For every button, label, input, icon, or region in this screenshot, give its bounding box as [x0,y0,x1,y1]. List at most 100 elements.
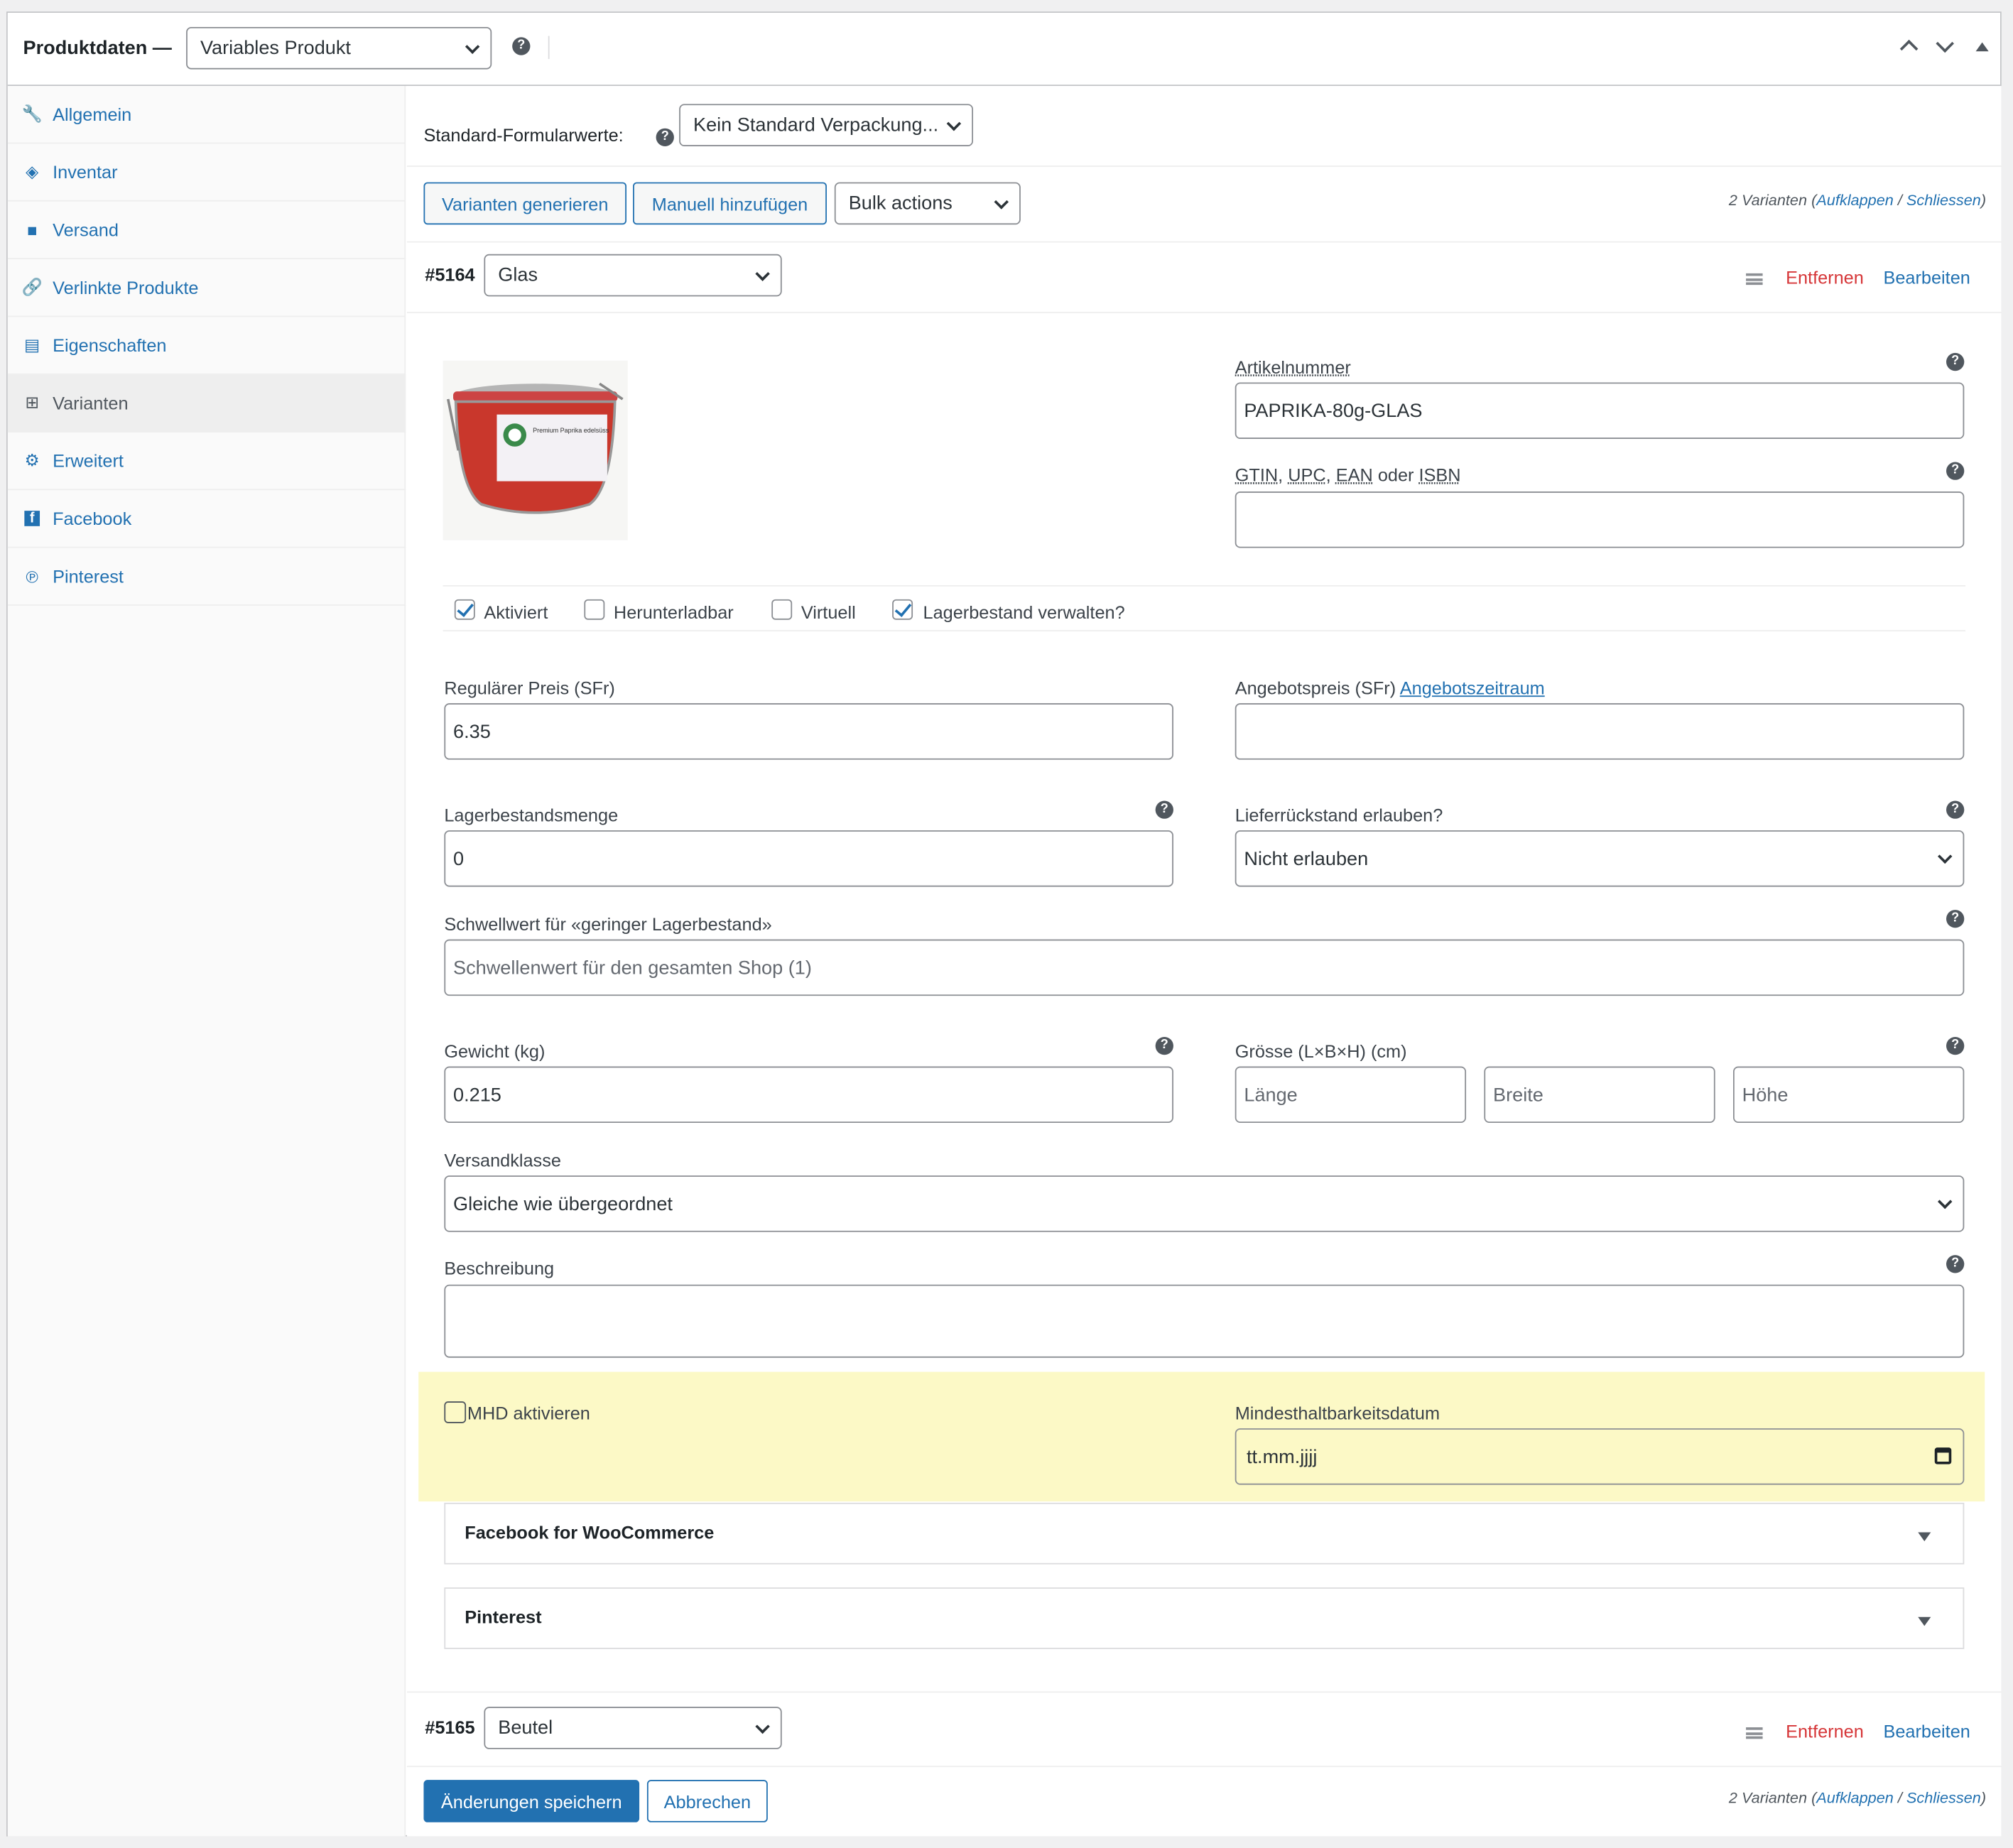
help-icon[interactable]: ? [1155,1036,1173,1055]
sidebar-item-verlinkte-produkte[interactable]: 🔗 Verlinkte Produkte [7,259,406,317]
divider [406,165,2002,167]
variation-count: 2 Varianten (Aufklappen / Schliessen) [1729,191,1986,209]
variation-attribute-select[interactable]: Glas [484,254,782,297]
sku-input[interactable]: PAPRIKA-80g-GLAS [1235,382,1965,439]
drag-handle-icon[interactable] [1746,1727,1763,1739]
help-icon[interactable]: ? [1946,800,1965,819]
collapse-link[interactable]: Schliessen [1906,1789,1981,1807]
sidebar-item-erweitert[interactable]: ⚙ Erweitert [7,433,406,491]
best-before-date-value: tt.mm.jjjj [1246,1445,1318,1468]
divider [548,36,550,60]
sidebar-item-label: Allgemein [53,104,132,125]
product-type-select[interactable]: Variables Produkt [186,26,492,70]
description-textarea[interactable] [444,1284,1965,1358]
product-data-tabs: 🔧 Allgemein ◈ Inventar ■ Versand 🔗 Verlinkte… [7,86,406,1837]
length-input[interactable]: Länge [1235,1066,1467,1124]
sidebar-item-label: Eigenschaften [53,335,167,356]
remove-link[interactable]: Entfernen [1786,1721,1864,1741]
drag-handle-icon[interactable] [1746,273,1763,286]
sidebar-item-versand[interactable]: ■ Versand [7,202,406,259]
sidebar-item-facebook[interactable]: f Facebook [7,490,406,548]
chevron-down-icon[interactable] [1936,34,1954,53]
regular-price-label: Regulärer Preis (SFr) [444,678,615,698]
stock-quantity-input[interactable]: 0 [444,830,1173,887]
chevron-up-icon[interactable] [1899,39,1919,58]
enabled-checkbox[interactable] [454,599,475,620]
chevron-down-icon [465,38,480,54]
upc-abbr: UPC [1288,464,1326,486]
help-icon[interactable]: ? [512,37,531,55]
bulk-actions-value: Bulk actions [848,192,953,214]
save-changes-button[interactable]: Änderungen speichern [423,1780,640,1822]
variation-image[interactable]: Premium Paprika edelsüss [443,360,628,540]
help-icon[interactable]: ? [1155,800,1173,819]
best-before-checkbox[interactable] [444,1401,467,1423]
toggle-panel-icon[interactable] [1975,42,1989,52]
add-manually-button[interactable]: Manuell hinzufügen [633,182,827,225]
generate-variations-button[interactable]: Varianten generieren [423,182,627,225]
facebook-accordion[interactable]: Facebook for WooCommerce [444,1502,1965,1565]
chevron-down-icon [1937,849,1953,864]
sidebar-item-eigenschaften[interactable]: ▤ Eigenschaften [7,317,406,375]
wrench-icon: 🔧 [21,104,43,124]
variation-id: #5164 [425,264,475,286]
width-input[interactable]: Breite [1484,1066,1715,1124]
bulk-actions-select[interactable]: Bulk actions [834,182,1021,225]
divider [406,1766,2002,1768]
help-icon[interactable]: ? [1946,1255,1965,1273]
stock-quantity-label: Lagerbestandsmenge [444,804,619,825]
shipping-class-value: Gleiche wie übergeordnet [453,1192,673,1215]
sale-price-label: Angebotspreis (SFr) Angebotszeitraum [1235,678,1545,698]
variation-attribute-select[interactable]: Beutel [484,1707,782,1749]
grid-icon: ⊞ [25,392,40,413]
manage-stock-checkbox[interactable] [892,599,913,620]
default-packaging-value: Kein Standard Verpackung... [693,114,939,136]
virtual-checkbox[interactable] [771,599,793,620]
gtin-abbr: GTIN [1235,464,1279,486]
divider [406,312,2002,313]
variation-attribute-value: Beutel [498,1717,553,1739]
sidebar-item-label: Varianten [53,392,129,413]
expand-triangle-icon [1918,1616,1931,1626]
help-icon[interactable]: ? [1946,910,1965,928]
product-data-panel: Produktdaten — Variables Produkt ? 🔧 Allg… [6,11,2002,1837]
shipping-class-select[interactable]: Gleiche wie übergeordnet [444,1175,1965,1232]
edit-link[interactable]: Bearbeiten [1883,267,1970,288]
edit-link[interactable]: Bearbeiten [1883,1721,1970,1741]
remove-link[interactable]: Entfernen [1786,267,1864,288]
schedule-sale-link[interactable]: Angebotszeitraum [1400,678,1545,698]
divider [443,630,1966,631]
best-before-date-input[interactable]: tt.mm.jjjj [1235,1428,1965,1485]
gtin-label-conjunction: oder [1372,464,1419,486]
sidebar-item-varianten[interactable]: ⊞ Varianten [7,374,406,433]
regular-price-input[interactable]: 6.35 [444,703,1173,760]
pinterest-accordion[interactable]: Pinterest [444,1587,1965,1649]
help-icon[interactable]: ? [1946,352,1965,371]
backorders-select[interactable]: Nicht erlauben [1235,830,1965,887]
cancel-button[interactable]: Abbrechen [646,1780,768,1822]
weight-input[interactable]: 0.215 [444,1066,1173,1124]
sidebar-item-label: Inventar [53,161,118,183]
calendar-icon[interactable] [1934,1447,1952,1464]
expand-link[interactable]: Aufklappen [1816,191,1894,209]
downloadable-checkbox[interactable] [584,599,605,620]
sidebar-item-inventar[interactable]: ◈ Inventar [7,143,406,202]
default-packaging-select[interactable]: Kein Standard Verpackung... [679,104,974,146]
help-icon[interactable]: ? [656,128,674,146]
ean-abbr: EAN [1335,464,1373,486]
expand-link[interactable]: Aufklappen [1816,1789,1894,1807]
sidebar-item-label: Facebook [53,508,132,529]
sidebar-item-allgemein[interactable]: 🔧 Allgemein [7,86,406,144]
help-icon[interactable]: ? [1946,462,1965,480]
help-icon[interactable]: ? [1946,1036,1965,1055]
height-input[interactable]: Höhe [1732,1066,1965,1124]
variation-count-text: 2 Varianten ( [1728,1788,1817,1808]
shipping-class-label: Versandklasse [444,1149,561,1170]
sidebar-item-pinterest[interactable]: ℗ Pinterest [7,548,406,606]
collapse-link[interactable]: Schliessen [1906,191,1981,209]
sale-price-input[interactable] [1235,703,1965,760]
chevron-down-icon [755,266,770,281]
chevron-down-icon [1937,1194,1953,1210]
gtin-input[interactable] [1235,491,1965,548]
low-stock-threshold-input[interactable]: Schwellenwert für den gesamten Shop (1) [444,939,1965,996]
